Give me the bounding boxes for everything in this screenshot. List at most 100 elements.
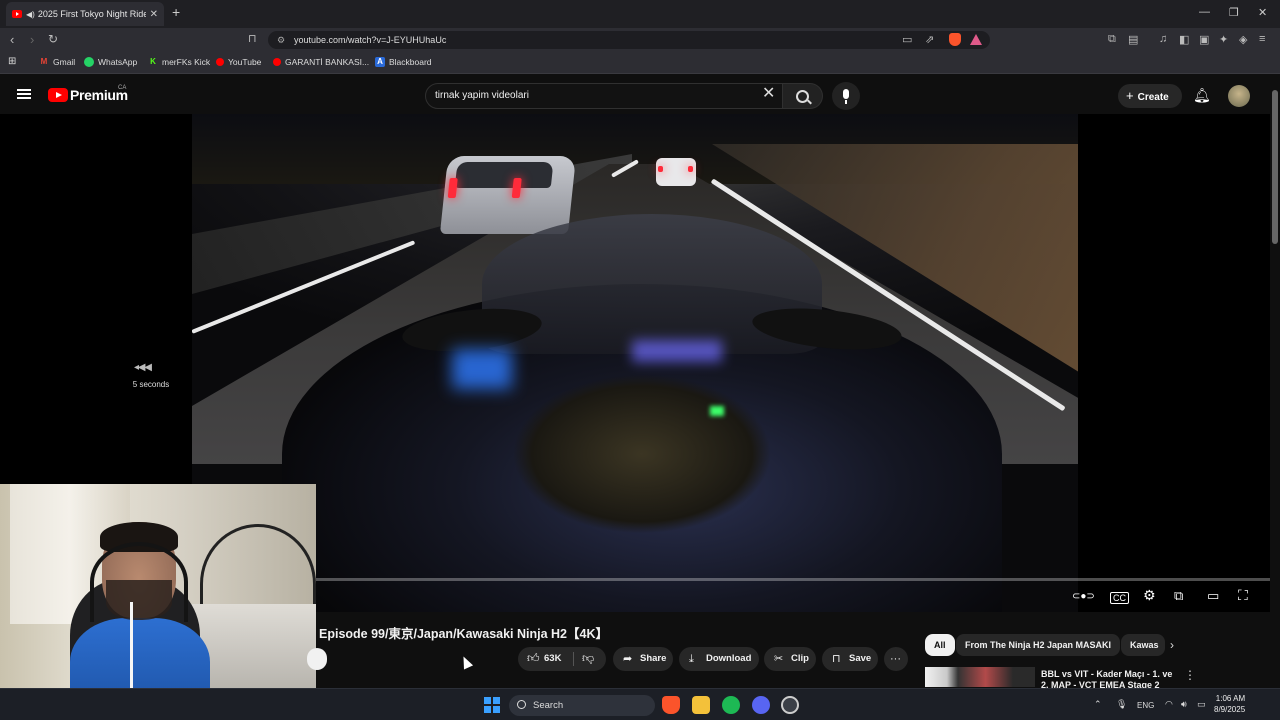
- like-count[interactable]: 63K: [544, 653, 561, 664]
- language-indicator[interactable]: ENG: [1137, 701, 1154, 710]
- youtube-logo-icon[interactable]: [48, 88, 68, 102]
- bookmark-icon[interactable]: ⊓: [248, 32, 257, 45]
- fullscreen-icon[interactable]: ⛶: [1238, 587, 1248, 603]
- close-window-icon[interactable]: ✕: [1258, 6, 1267, 19]
- bookmark-gmail[interactable]: M Gmail: [39, 57, 76, 67]
- speaker-icon[interactable]: ◀): [26, 10, 35, 19]
- kick-icon: K: [150, 57, 156, 66]
- reload-icon[interactable]: ↻: [48, 32, 58, 46]
- restore-icon[interactable]: ❐: [1229, 6, 1239, 19]
- wifi-icon[interactable]: ◠: [1165, 699, 1173, 710]
- save-button[interactable]: ⊓ Save: [822, 647, 878, 671]
- url-text: youtube.com/watch?v=J-EYUHUhaUc: [294, 35, 447, 45]
- like-icon[interactable]: 👍︎: [527, 651, 540, 666]
- blackboard-icon: A: [375, 57, 385, 67]
- cast-icon[interactable]: ▭: [902, 33, 912, 46]
- notifications-icon[interactable]: 🔔︎: [1193, 87, 1211, 104]
- whatsapp-icon: [84, 57, 94, 67]
- bookmark-kick[interactable]: KmerFKs Kick: [148, 57, 210, 67]
- reader-icon[interactable]: ▤: [1128, 33, 1138, 46]
- menu-icon[interactable]: ≡: [1259, 33, 1265, 45]
- account-avatar[interactable]: [1228, 85, 1250, 107]
- video-frame: [192, 114, 1078, 612]
- plus-icon: +: [1126, 88, 1134, 103]
- close-tab-icon[interactable]: ✕: [150, 9, 158, 20]
- miniplayer-icon[interactable]: ⧉: [1174, 588, 1183, 604]
- settings-gear-icon[interactable]: ⚙: [1143, 587, 1156, 603]
- sidebar-icon[interactable]: ◧: [1179, 33, 1189, 46]
- discord-icon[interactable]: [752, 696, 770, 714]
- subscribe-button[interactable]: [307, 648, 327, 670]
- bookmark-blackboard[interactable]: A Blackboard: [375, 57, 432, 67]
- search-button[interactable]: [783, 83, 823, 109]
- brave-browser-icon[interactable]: [662, 696, 680, 714]
- back-icon[interactable]: ‹: [10, 32, 14, 47]
- more-vertical-icon[interactable]: ⋮: [1184, 668, 1196, 682]
- recommendation-thumbnail[interactable]: [925, 667, 1035, 687]
- spotify-icon[interactable]: [722, 696, 740, 714]
- guide-menu-icon[interactable]: [17, 89, 31, 99]
- chip-all[interactable]: All: [925, 634, 955, 656]
- chevron-right-icon[interactable]: ›: [1170, 638, 1174, 652]
- address-bar[interactable]: ⚙ youtube.com/watch?v=J-EYUHUhaUc: [268, 31, 990, 49]
- clip-button[interactable]: ✂ Clip: [764, 647, 816, 671]
- bookmark-whatsapp[interactable]: WhatsApp: [84, 57, 137, 67]
- captions-icon[interactable]: CC: [1110, 592, 1129, 604]
- site-settings-icon[interactable]: ⚙: [277, 31, 285, 49]
- tray-overflow-icon[interactable]: ⌃: [1094, 699, 1102, 710]
- share-icon: ➦: [623, 653, 633, 665]
- wallet-icon[interactable]: ▣: [1199, 33, 1209, 46]
- browser-tab-active[interactable]: ◀) 2025 First Tokyo Night Ride ✕: [6, 2, 164, 26]
- page-scrollbar[interactable]: [1270, 76, 1280, 688]
- forward-icon[interactable]: ›: [30, 32, 34, 47]
- voice-search-icon[interactable]: [832, 82, 860, 110]
- windows-start-icon[interactable]: [484, 697, 500, 713]
- volume-icon[interactable]: 🔊︎: [1181, 699, 1187, 710]
- create-button[interactable]: + Create: [1118, 84, 1182, 108]
- battery-icon[interactable]: ▭: [1197, 699, 1206, 710]
- youtube-header: Premium CA tirnak yapim videolari ✕ + Cre…: [0, 76, 1280, 114]
- region-code: CA: [118, 85, 127, 91]
- seek-bar[interactable]: [316, 578, 1270, 581]
- bookmark-garanti[interactable]: GARANTİ BANKASI...: [273, 57, 369, 67]
- steam-icon[interactable]: [781, 696, 799, 714]
- more-actions-button[interactable]: ···: [884, 647, 908, 671]
- more-horizontal-icon: ···: [890, 653, 901, 665]
- webcam-overlay: [0, 484, 316, 720]
- taskbar-clock[interactable]: 1:06 AM 8/9/2025: [1214, 693, 1245, 715]
- share-button[interactable]: ➦ Share: [613, 647, 673, 671]
- extensions-icon[interactable]: ⧉: [1108, 33, 1116, 46]
- scrollbar-thumb[interactable]: [1272, 90, 1278, 244]
- rewind-icon: ◂ ◀ ◀: [134, 362, 152, 373]
- chip-from-channel[interactable]: From The Ninja H2 Japan MASAKI: [956, 634, 1121, 656]
- bookmark-youtube[interactable]: YouTube: [216, 57, 261, 67]
- recommendation-title[interactable]: BBL vs VIT - Kader Maçı - 1. ve 2. MAP -…: [1041, 669, 1176, 689]
- dislike-icon[interactable]: 👎︎: [582, 651, 594, 666]
- file-explorer-icon[interactable]: [692, 696, 710, 714]
- browser-tab-bar: ◀) 2025 First Tokyo Night Ride ✕ + — ❐ ✕: [0, 0, 1280, 28]
- music-icon[interactable]: ♫: [1159, 33, 1167, 45]
- clear-search-icon[interactable]: ✕: [762, 86, 775, 102]
- leo-ai-icon[interactable]: ✦: [1219, 33, 1228, 46]
- search-input[interactable]: tirnak yapim videolari: [425, 83, 783, 109]
- share-page-icon[interactable]: ⇗: [925, 33, 934, 46]
- brave-rewards-icon[interactable]: [970, 34, 982, 45]
- windows-taskbar: Search ⌃ 🎙︎ ENG ◠ 🔊︎ ▭ 1:06 AM 8/9/2025: [0, 688, 1280, 720]
- save-playlist-icon: ⊓: [832, 653, 841, 665]
- taskbar-search[interactable]: Search: [509, 695, 655, 716]
- bank-icon: [273, 58, 281, 66]
- scissors-icon: ✂: [774, 653, 784, 665]
- theater-mode-icon[interactable]: ▭: [1207, 588, 1219, 604]
- download-button[interactable]: ⤓ Download: [679, 647, 759, 671]
- autoplay-toggle[interactable]: ⊂●⊃: [1072, 591, 1095, 607]
- chip-kawasaki[interactable]: Kawas: [1121, 634, 1165, 656]
- apps-grid-icon[interactable]: ⊞: [8, 56, 16, 67]
- brave-shields-icon[interactable]: [949, 33, 961, 46]
- youtube-icon: [216, 58, 224, 66]
- vpn-icon[interactable]: ◈: [1239, 33, 1247, 46]
- new-tab-icon[interactable]: +: [172, 4, 180, 20]
- youtube-favicon-icon: [12, 10, 22, 18]
- bookmarks-bar: ⊞ M Gmail WhatsApp KmerFKs Kick YouTube G…: [0, 52, 1280, 74]
- microphone-icon[interactable]: 🎙︎: [1116, 699, 1127, 710]
- minimize-icon[interactable]: —: [1199, 6, 1210, 18]
